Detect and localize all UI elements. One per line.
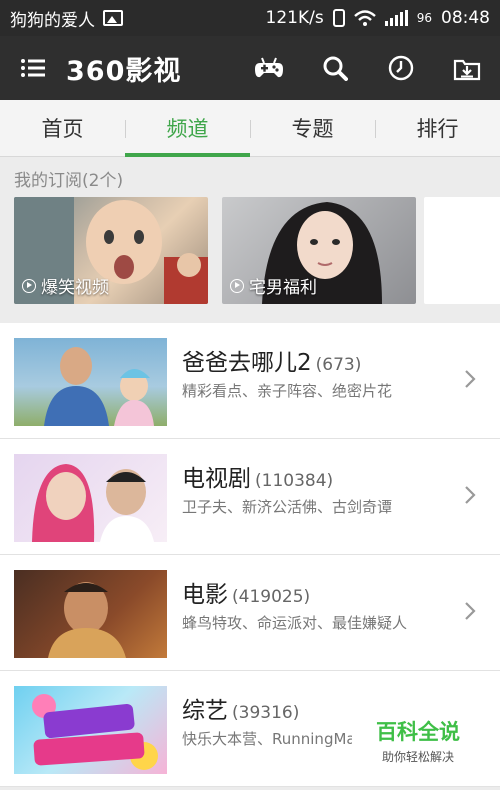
- channel-count: (419025): [232, 587, 311, 607]
- play-icon: [22, 278, 36, 293]
- tab-channels[interactable]: 频道: [125, 100, 250, 157]
- tab-home[interactable]: 首页: [0, 100, 125, 156]
- download-icon[interactable]: [434, 36, 500, 100]
- channel-count: (110384): [255, 471, 334, 491]
- image-icon: [103, 10, 123, 26]
- channel-title-row: 电影 (419025): [182, 575, 310, 609]
- channel-thumbnail: [14, 570, 167, 658]
- channel-count: (673): [315, 355, 362, 375]
- watermark: 百科全说 助你轻松解决: [366, 716, 470, 765]
- history-icon[interactable]: [368, 36, 434, 100]
- channel-title: 电视剧: [182, 466, 251, 492]
- gamepad-icon[interactable]: [236, 36, 302, 100]
- channel-desc: 卫子夫、新济公活佛、古剑奇谭: [182, 498, 393, 516]
- channel-thumbnail: [14, 338, 167, 426]
- channel-title: 爸爸去哪儿2: [182, 350, 312, 376]
- channel-title-row: 爸爸去哪儿2 (673): [182, 343, 361, 377]
- channel-title: 电影: [182, 582, 228, 608]
- chevron-right-icon: [465, 370, 476, 388]
- tab-bar: 首页 频道 专题 排行: [0, 100, 500, 157]
- list-item[interactable]: 电视剧 (110384) 卫子夫、新济公活佛、古剑奇谭: [0, 439, 500, 555]
- watermark-subtitle: 助你轻松解决: [381, 750, 454, 764]
- clock: 08:48: [441, 8, 490, 28]
- subscription-card[interactable]: 爆笑视频: [14, 197, 208, 304]
- battery-level: 96: [416, 11, 432, 25]
- menu-icon[interactable]: [0, 36, 66, 100]
- channel-desc: 蜂鸟特攻、命运派对、最佳嫌疑人: [182, 614, 408, 632]
- app-logo: 360影视: [66, 55, 182, 87]
- chevron-right-icon: [465, 602, 476, 620]
- list-item[interactable]: 爸爸去哪儿2 (673) 精彩看点、亲子阵容、绝密片花: [0, 323, 500, 439]
- add-subscription-card[interactable]: [424, 197, 500, 304]
- tab-topics[interactable]: 专题: [250, 100, 375, 156]
- channel-desc: 快乐大本营、RunningMan: [182, 730, 352, 748]
- status-app-name: 狗狗的爱人: [10, 10, 95, 31]
- channel-thumbnail: [14, 686, 167, 774]
- subscription-label: 宅男福利: [249, 278, 317, 298]
- network-speed: 121K/s: [265, 8, 324, 28]
- subscription-label: 爆笑视频: [41, 278, 109, 298]
- channel-title-row: 电视剧 (110384): [182, 459, 333, 493]
- tab-ranking[interactable]: 排行: [375, 100, 500, 156]
- wifi-icon: [353, 10, 376, 26]
- channel-title-row: 综艺 (39316): [182, 691, 299, 725]
- subscriptions-heading: 我的订阅(2个): [14, 171, 124, 191]
- phone-icon: [332, 9, 345, 27]
- chevron-right-icon: [465, 486, 476, 504]
- list-item[interactable]: 电影 (419025) 蜂鸟特攻、命运派对、最佳嫌疑人: [0, 555, 500, 671]
- channel-desc: 精彩看点、亲子阵容、绝密片花: [182, 382, 393, 400]
- app-bar: 360影视: [0, 36, 500, 100]
- channel-title: 综艺: [182, 698, 228, 724]
- channel-count: (39316): [232, 703, 300, 723]
- subscription-card[interactable]: 宅男福利: [222, 197, 416, 304]
- channel-thumbnail: [14, 454, 167, 542]
- subscriptions-row: 爆笑视频 宅男福利: [0, 197, 500, 304]
- watermark-title: 百科全说: [376, 720, 460, 744]
- status-bar: 狗狗的爱人 121K/s 96 08:48: [0, 0, 500, 36]
- play-icon: [230, 278, 244, 293]
- signal-icon: [384, 10, 408, 26]
- search-icon[interactable]: [302, 36, 368, 100]
